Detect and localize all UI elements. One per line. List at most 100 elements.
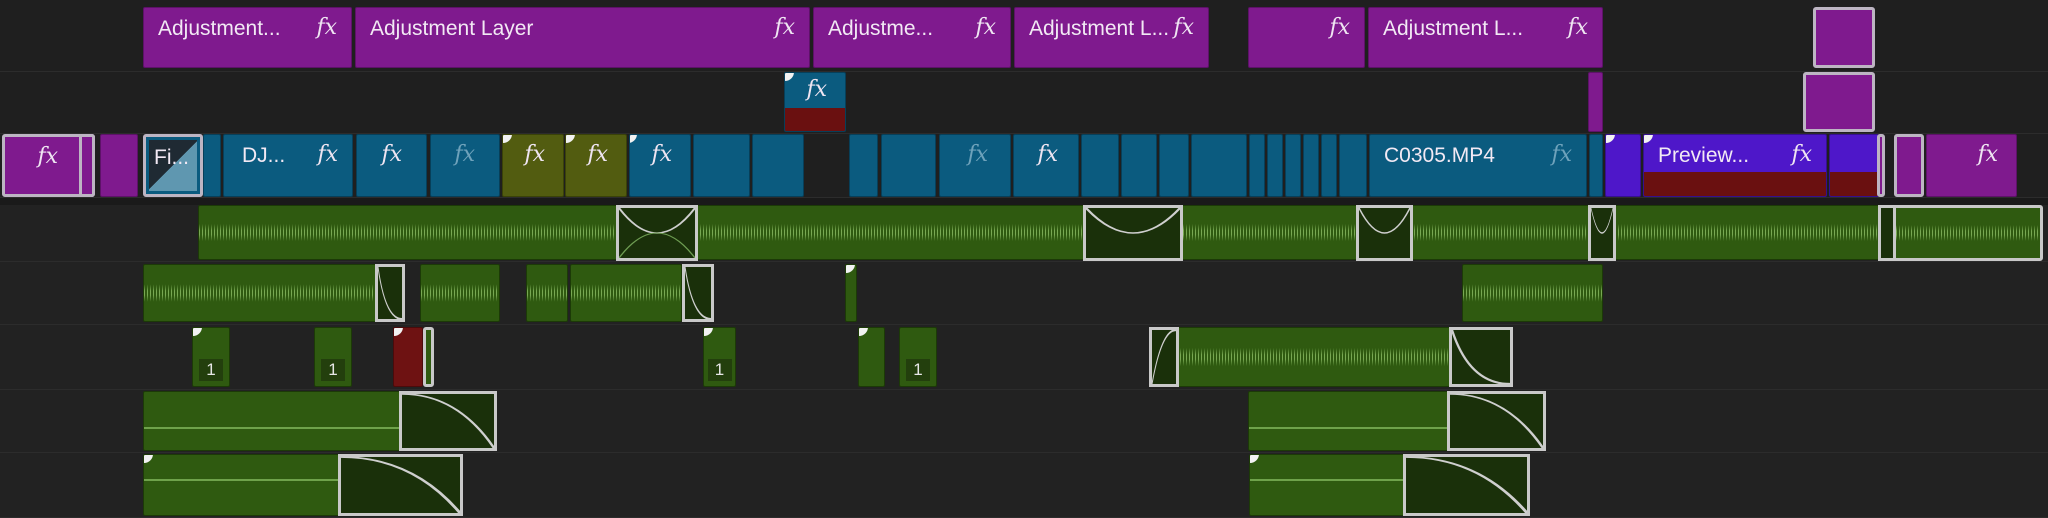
fx-icon: fx xyxy=(454,142,475,167)
video-clip[interactable] xyxy=(203,134,221,197)
keyframe-marker[interactable] xyxy=(503,135,512,143)
video-clip[interactable] xyxy=(752,134,804,197)
audio-clip[interactable]: 1 xyxy=(899,327,937,387)
keyframe-marker[interactable] xyxy=(394,328,403,336)
adjustment-layer-clip[interactable]: Adjustment... fx xyxy=(143,7,352,68)
clip-label: Adjustment L... xyxy=(1383,17,1524,40)
keyframe-marker[interactable] xyxy=(859,328,868,336)
video-clip[interactable] xyxy=(1321,134,1337,197)
audio-clip[interactable] xyxy=(570,264,682,322)
video-clip-selected[interactable]: Fi... xyxy=(143,134,203,197)
fx-icon: fx xyxy=(975,15,996,40)
video-clip[interactable] xyxy=(881,134,936,197)
adjustment-layer-clip-selected[interactable] xyxy=(1813,7,1875,68)
audio-clip[interactable] xyxy=(143,264,403,322)
fx-icon: fx xyxy=(1567,15,1588,40)
edit-handle[interactable] xyxy=(79,134,95,197)
adjustment-layer-clip[interactable]: Adjustment L... fx xyxy=(1368,7,1603,68)
video-audio-divider[interactable] xyxy=(0,198,2048,205)
video-clip[interactable] xyxy=(1121,134,1157,197)
audio-track-a4 xyxy=(0,390,2048,453)
video-clip[interactable] xyxy=(1589,134,1603,197)
audio-transition[interactable] xyxy=(1449,327,1513,387)
audio-clip[interactable] xyxy=(1462,264,1603,322)
audio-transition[interactable] xyxy=(616,205,698,261)
video-clip[interactable]: fx xyxy=(356,134,427,197)
keyframe-marker[interactable] xyxy=(630,135,637,143)
audio-transition[interactable] xyxy=(1149,327,1179,387)
preview-clip[interactable] xyxy=(1829,134,1879,197)
keyframe-marker[interactable] xyxy=(1250,455,1259,463)
adjustment-clip[interactable]: fx xyxy=(1926,134,2017,197)
timeline-panel: Adjustment... fx Adjustment Layer fx Adj… xyxy=(0,0,2048,518)
video-clip[interactable] xyxy=(1303,134,1319,197)
video-clip[interactable] xyxy=(1191,134,1247,197)
adjustment-layer-clip[interactable]: Adjustment Layer fx xyxy=(355,7,810,68)
fx-icon: fx xyxy=(317,142,338,167)
video-clip[interactable] xyxy=(693,134,750,197)
video-clip[interactable] xyxy=(1159,134,1189,197)
effect-clip[interactable]: fx xyxy=(784,72,846,132)
audio-clip[interactable] xyxy=(858,327,885,387)
audio-clip[interactable] xyxy=(845,264,857,322)
keyframe-marker[interactable] xyxy=(785,73,794,81)
adjustment-layer-clip[interactable]: Adjustment L... fx xyxy=(1014,7,1209,68)
video-clip[interactable]: fx xyxy=(939,134,1011,197)
audio-clip[interactable] xyxy=(420,264,500,322)
audio-transition[interactable] xyxy=(682,264,714,322)
video-clip[interactable] xyxy=(1081,134,1119,197)
keyframe-marker[interactable] xyxy=(1606,135,1615,143)
video-clip[interactable] xyxy=(1249,134,1265,197)
audio-clip[interactable]: 1 xyxy=(314,327,352,387)
audio-clip-selected[interactable] xyxy=(1893,205,2043,261)
adjustment-clip[interactable] xyxy=(100,134,138,197)
audio-transition[interactable] xyxy=(375,264,405,322)
audio-transition[interactable] xyxy=(338,454,463,516)
audio-clip[interactable]: 1 xyxy=(703,327,736,387)
waveform xyxy=(421,270,499,316)
fx-icon: fx xyxy=(1551,142,1572,167)
audio-clip[interactable] xyxy=(526,264,568,322)
audio-clip[interactable]: 1 xyxy=(192,327,230,387)
video-clip[interactable] xyxy=(1285,134,1301,197)
video-clip[interactable] xyxy=(849,134,878,197)
keyframe-marker[interactable] xyxy=(566,135,575,143)
audio-transition[interactable] xyxy=(1403,454,1530,516)
keyframe-marker[interactable] xyxy=(846,265,855,273)
edit-handle[interactable] xyxy=(1877,134,1885,197)
audio-transition[interactable] xyxy=(1447,391,1546,451)
video-clip[interactable] xyxy=(1267,134,1283,197)
edit-handle[interactable] xyxy=(423,327,434,387)
keyframe-marker[interactable] xyxy=(193,328,202,336)
adjustment-layer-clip-selected[interactable] xyxy=(1803,72,1875,132)
channel-badge: 1 xyxy=(199,359,223,381)
video-track-v3: Adjustment... fx Adjustment Layer fx Adj… xyxy=(0,0,2048,72)
video-clip[interactable]: DJ... fx xyxy=(223,134,353,197)
keyframe-marker[interactable] xyxy=(704,328,713,336)
preview-clip[interactable]: Preview... fx xyxy=(1643,134,1827,197)
audio-transition[interactable] xyxy=(399,391,497,451)
audio-track-a2 xyxy=(0,262,2048,325)
audio-clip-muted[interactable] xyxy=(393,327,423,387)
keyframe-marker[interactable] xyxy=(1644,135,1653,143)
video-clip[interactable]: fx xyxy=(629,134,691,197)
video-clip-c0305[interactable]: C0305.MP4 fx xyxy=(1369,134,1587,197)
clip-label: Fi... xyxy=(154,146,189,169)
audio-transition[interactable] xyxy=(1588,205,1616,261)
video-clip[interactable]: fx xyxy=(1013,134,1079,197)
keyframe-marker[interactable] xyxy=(144,455,153,463)
waveform xyxy=(1463,270,1602,316)
video-clip-olive[interactable]: fx xyxy=(565,134,627,197)
video-clip[interactable]: fx xyxy=(430,134,500,197)
adjustment-layer-clip[interactable]: fx xyxy=(1248,7,1365,68)
preview-clip[interactable] xyxy=(1605,134,1641,197)
adjustment-clip-selected[interactable] xyxy=(1894,134,1924,197)
adjustment-layer-clip[interactable]: Adjustme... fx xyxy=(813,7,1011,68)
audio-transition[interactable] xyxy=(1083,205,1183,261)
video-clip-olive[interactable]: fx xyxy=(502,134,564,197)
adjustment-layer-sliver[interactable] xyxy=(1588,72,1603,132)
audio-track-a5 xyxy=(0,453,2048,518)
video-clip[interactable] xyxy=(1339,134,1367,197)
audio-transition[interactable] xyxy=(1356,205,1413,261)
fx-icon: fx xyxy=(381,142,402,167)
